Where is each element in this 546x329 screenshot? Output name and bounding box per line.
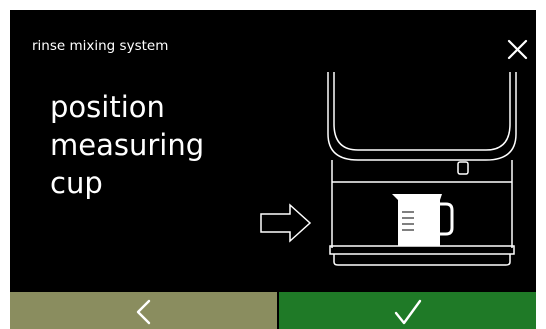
instruction-line: measuring bbox=[50, 128, 205, 162]
confirm-button[interactable] bbox=[279, 292, 536, 329]
machine-illustration bbox=[260, 72, 517, 266]
page-title: rinse mixing system bbox=[32, 38, 169, 54]
close-icon bbox=[507, 39, 528, 60]
screen: rinse mixing system position measuring c… bbox=[10, 10, 536, 329]
chevron-left-icon bbox=[136, 299, 150, 325]
instruction-line: cup bbox=[50, 166, 103, 200]
back-button[interactable] bbox=[10, 292, 277, 329]
checkmark-icon bbox=[394, 299, 421, 325]
instruction-line: position bbox=[50, 90, 165, 124]
arrow-right-outline-icon bbox=[260, 203, 312, 243]
measuring-cup-icon bbox=[392, 194, 454, 246]
instruction-text: position measuring cup bbox=[50, 88, 270, 202]
bottom-action-bar bbox=[10, 292, 536, 329]
close-button[interactable] bbox=[502, 34, 532, 64]
